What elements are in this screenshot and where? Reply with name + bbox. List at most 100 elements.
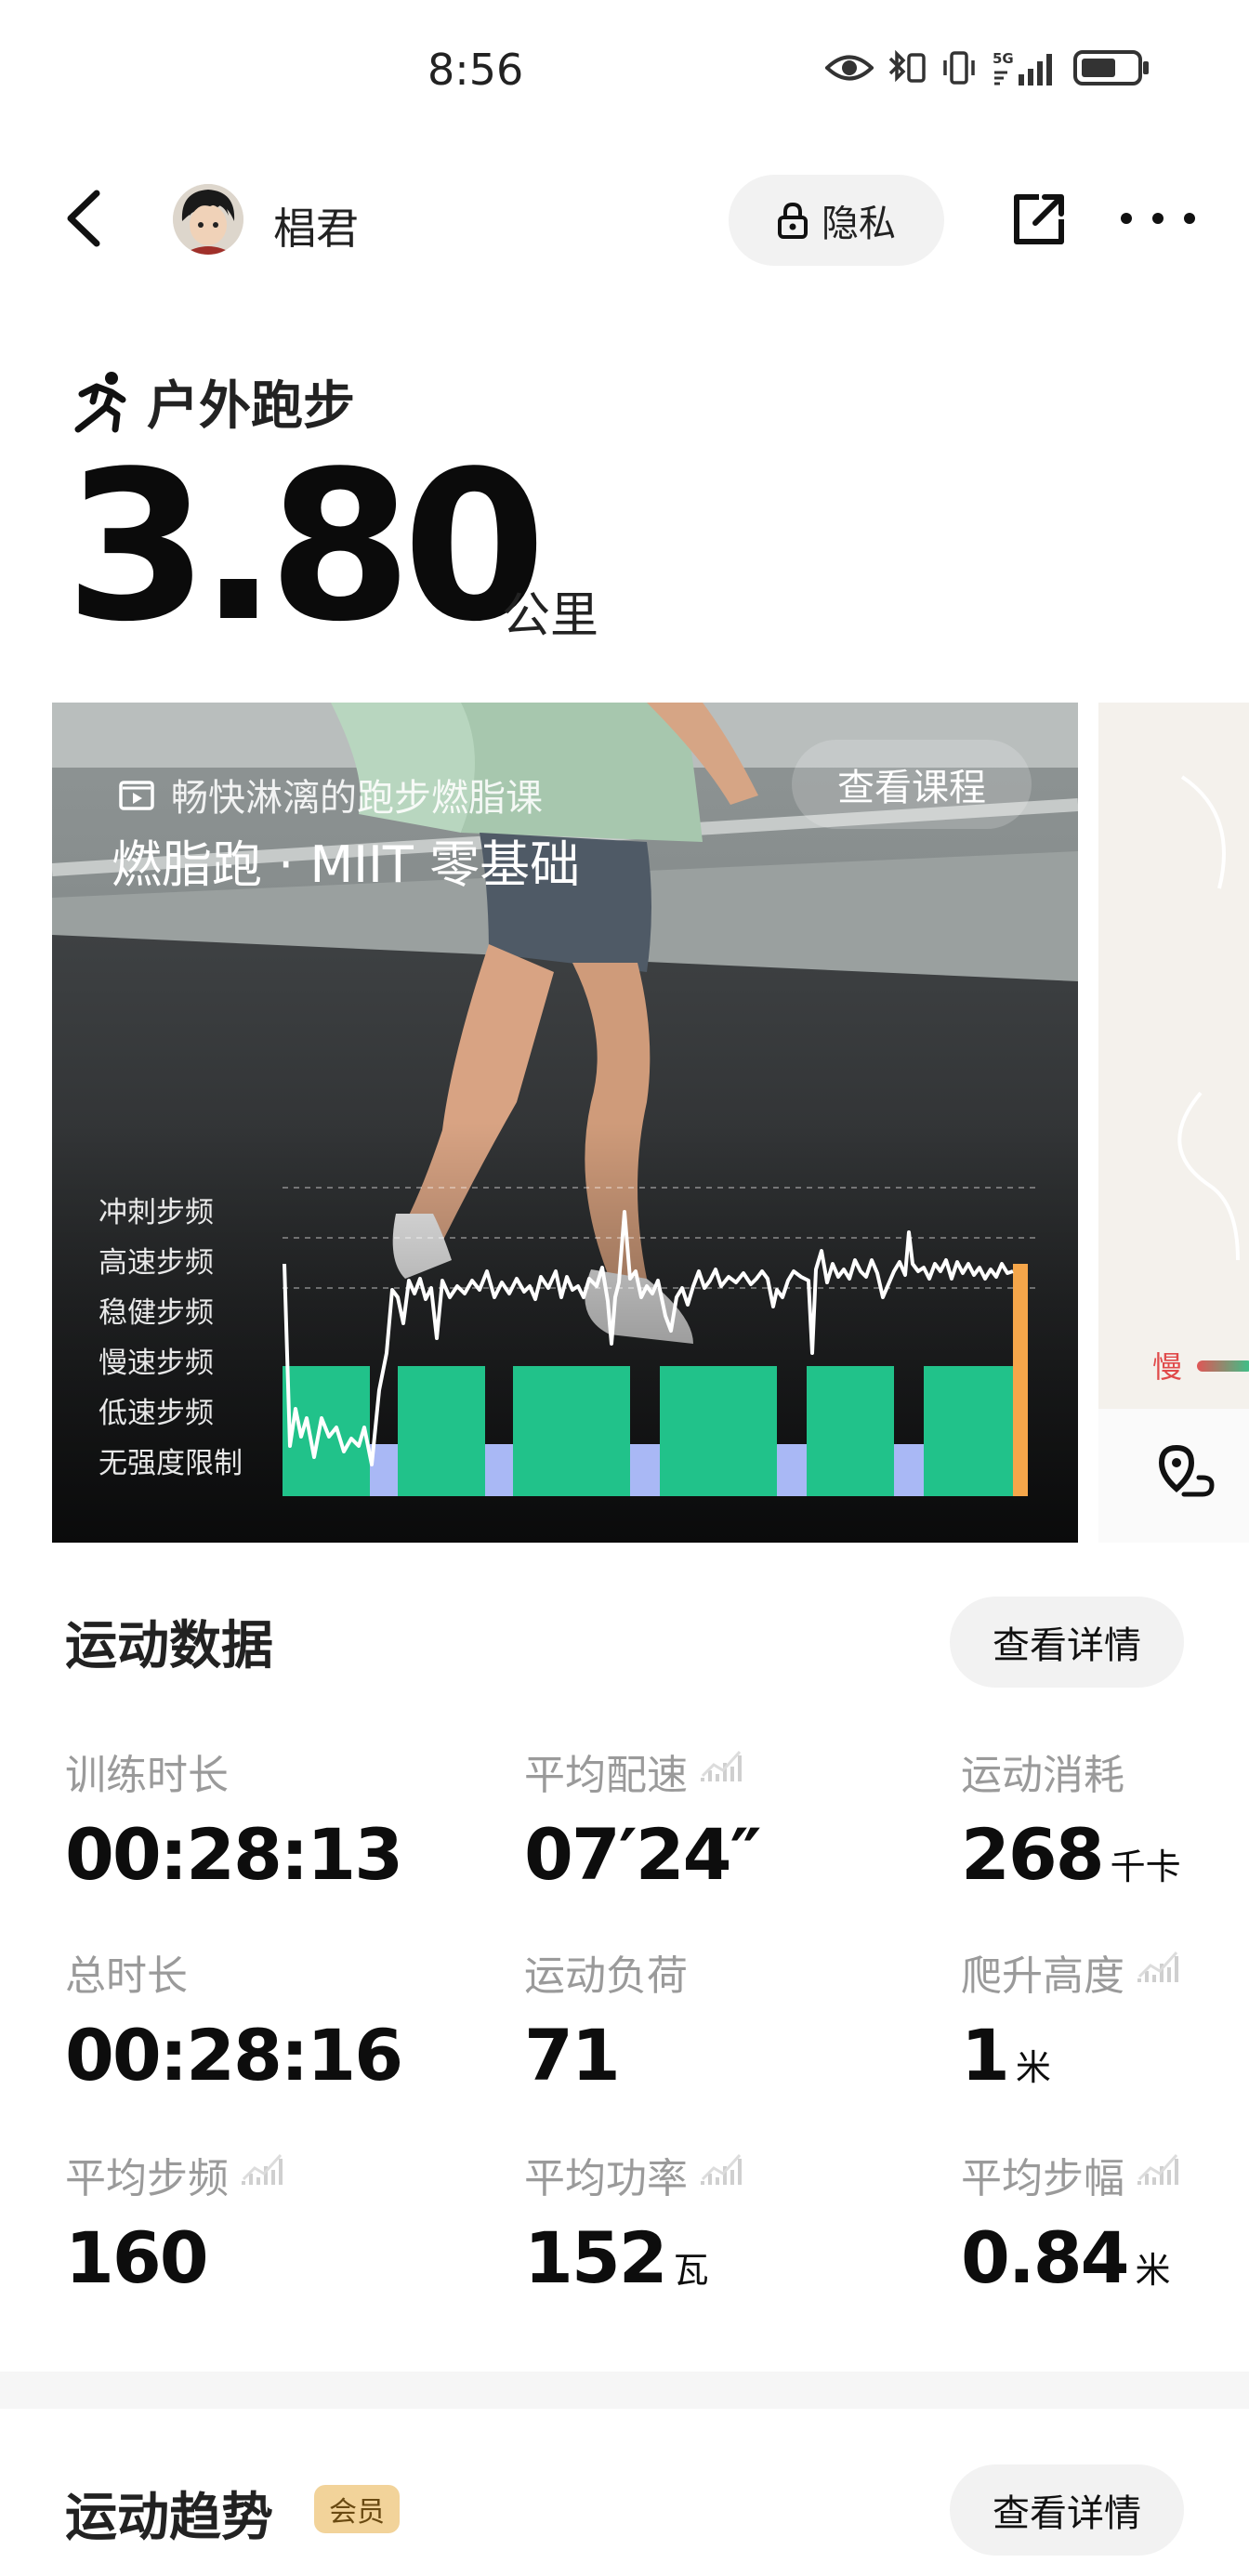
privacy-button[interactable]: 隐私 [729,175,944,266]
metric-label: 平均功率 [524,2147,914,2202]
signal-5g-icon: 5G [991,48,1059,87]
metric-item[interactable]: 平均配速 07′24″ [524,1743,914,1890]
route-button-area[interactable] [1098,1409,1249,1543]
target-block-green [807,1366,894,1496]
metric-value: 07′24″ [524,1820,914,1890]
metric-value-text: 268 [961,1813,1105,1896]
distance-unit: 公里 [502,588,599,644]
pace-slow-label: 慢 [1152,1349,1183,1385]
metric-item: 运动消耗 268 千卡 [961,1743,1249,1890]
cadence-line [283,1210,1014,1466]
route-map-preview[interactable]: 慢 [1098,703,1249,1409]
metric-value: 00:28:16 [65,2020,455,2091]
metric-unit: 米 [1135,2250,1171,2291]
target-block-green [660,1366,777,1496]
metric-label: 平均配速 [524,1743,914,1799]
metric-label: 训练时长 [65,1743,455,1799]
more-dot-icon [1121,213,1132,224]
target-block-green [513,1366,630,1496]
more-dot-icon [1184,213,1195,224]
metric-item: 总时长 00:28:16 [65,1944,455,2091]
map-background [1177,775,1240,1261]
share-icon [1014,194,1064,244]
metric-value-text: 152 [524,2216,668,2299]
more-dot-icon [1152,213,1164,224]
route-pin-icon [1158,1444,1215,1497]
running-icon [74,371,126,432]
status-icons: 5G [825,48,1150,87]
metric-label: 爬升高度 [961,1944,1249,2000]
sport-data-detail-button[interactable]: 查看详情 [950,1597,1184,1688]
section-divider [0,2372,1249,2409]
pace-gradient-legend [1197,1360,1249,1372]
metric-unit: 瓦 [673,2250,709,2291]
metric-value-text: 0.84 [961,2216,1130,2299]
cadence-target-blocks [283,1264,1028,1496]
eye-icon [825,52,874,84]
metric-item[interactable]: 平均步幅 0.84 米 [961,2147,1249,2293]
vip-badge: 会员 [314,2485,400,2533]
metric-label-text: 爬升高度 [961,1952,1124,2000]
metric-value-text: 07′24″ [524,1813,762,1896]
chevron-left-icon [67,190,100,247]
target-block-green [924,1366,1013,1496]
metric-value-text: 71 [524,2014,621,2096]
metric-label: 平均步频 [65,2147,455,2202]
metric-label-text: 运动消耗 [961,1752,1124,1799]
target-block-green [398,1366,485,1496]
battery-icon [1072,49,1150,86]
bluetooth-icon [887,49,927,86]
metric-label-text: 平均步幅 [961,2155,1124,2202]
metric-value-text: 00:28:16 [65,2014,403,2096]
metric-value: 152 瓦 [524,2223,914,2293]
username[interactable]: 椙君 [273,195,359,256]
avatar[interactable] [173,184,243,255]
metric-label: 总时长 [65,1944,455,2000]
sport-data-title: 运动数据 [65,1616,273,1676]
sport-trend-detail-button[interactable]: 查看详情 [950,2464,1184,2556]
metric-unit: 千卡 [1110,1847,1181,1887]
metric-label: 平均步幅 [961,2147,1249,2202]
trend-chart-icon [242,2151,283,2199]
metric-value: 71 [524,2020,914,2091]
status-time: 8:56 [427,45,524,95]
metric-label: 运动消耗 [961,1743,1249,1799]
target-block-blue [630,1444,660,1496]
metric-value-text: 160 [65,2216,209,2299]
svg-text:5G: 5G [993,50,1014,67]
cadence-gridlines [283,1187,1037,1289]
metric-item: 运动负荷 71 [524,1944,914,2091]
metric-value: 268 千卡 [961,1820,1249,1890]
cadence-chart [283,1187,1037,1496]
trend-chart-icon [1137,1949,1178,1996]
target-block-blue [777,1444,807,1496]
back-button[interactable] [58,186,113,251]
trend-chart-icon [701,2151,742,2199]
metric-value-text: 1 [961,2014,1010,2096]
metric-item[interactable]: 平均步频 160 [65,2147,455,2293]
metric-item[interactable]: 平均功率 152 瓦 [524,2147,914,2293]
metric-value: 00:28:13 [65,1820,455,1890]
share-button[interactable] [1011,191,1067,247]
end-marker [1013,1264,1028,1496]
metric-value: 160 [65,2223,455,2293]
sport-trend-title: 运动趋势 [65,2488,273,2548]
metric-item[interactable]: 爬升高度 1 米 [961,1944,1249,2091]
metric-value: 1米 [961,2020,1249,2091]
metric-value: 0.84 米 [961,2223,1249,2293]
metric-label-text: 运动负荷 [524,1952,688,2000]
lock-icon [778,202,808,239]
trend-chart-icon [701,1748,742,1795]
distance-value: 3.80 [65,427,546,667]
more-options-button[interactable] [1121,186,1195,251]
metric-label: 运动负荷 [524,1944,914,2000]
target-block-blue [485,1444,513,1496]
metric-label-text: 平均步频 [65,2155,229,2202]
header: 椙君 隐私 [0,158,1249,279]
vibrate-icon [940,49,978,86]
course-card[interactable]: 畅快淋漓的跑步燃脂课 燃脂跑 · MIIT 零基础 查看课程 冲刺步频 高速步频… [52,703,1078,1543]
metric-label-text: 总时长 [65,1952,188,2000]
trend-chart-icon [1137,2151,1178,2199]
metric-label-text: 训练时长 [65,1752,229,1799]
privacy-label: 隐私 [822,203,896,245]
